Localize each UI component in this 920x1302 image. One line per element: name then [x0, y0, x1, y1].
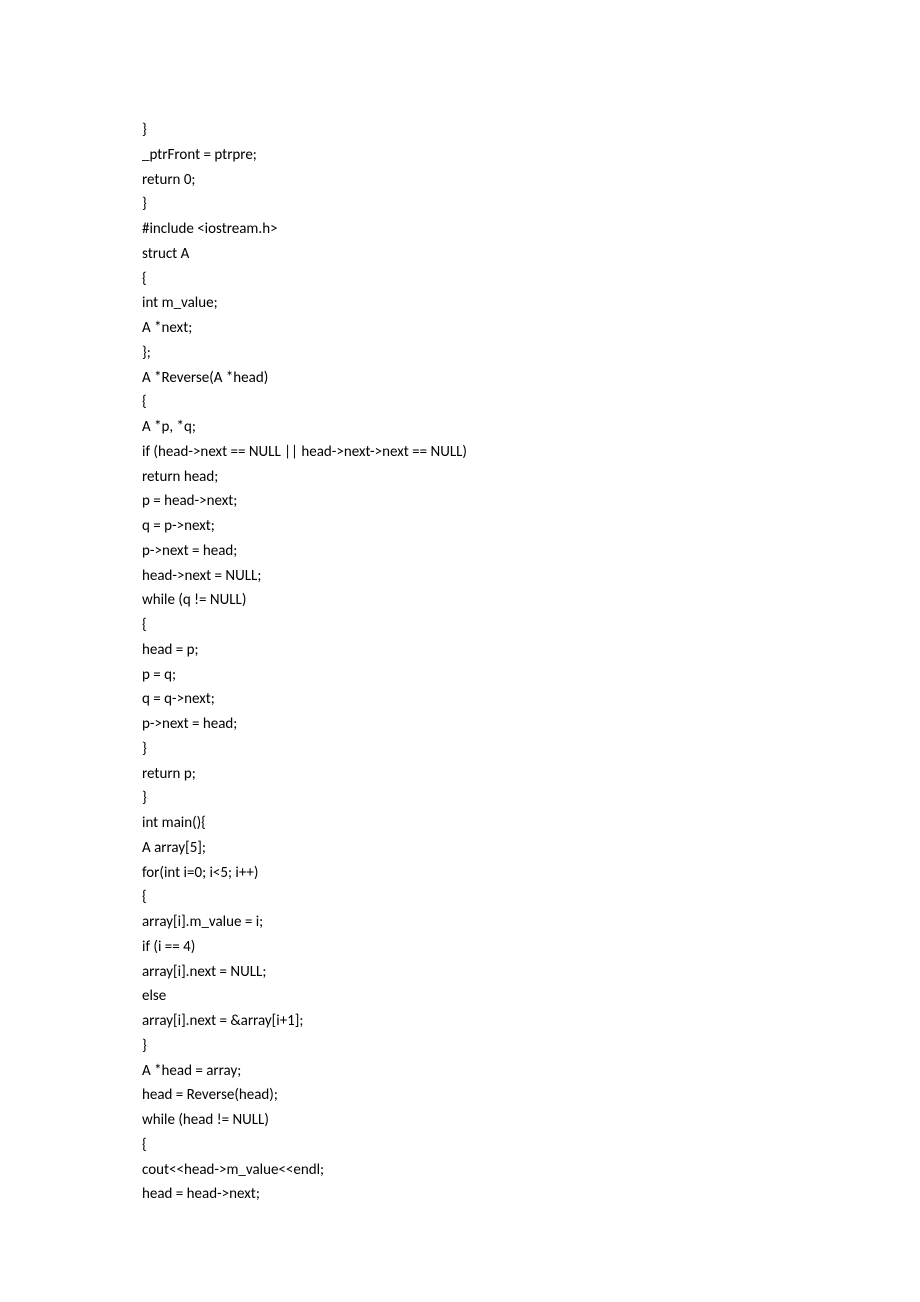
code-line: array[i].next = &array[i+1];	[142, 1009, 920, 1034]
code-line: {	[142, 613, 920, 638]
code-line: if (i == 4)	[142, 935, 920, 960]
code-line: q = p->next;	[142, 514, 920, 539]
code-line: else	[142, 984, 920, 1009]
code-line: };	[142, 341, 920, 366]
code-line: }	[142, 786, 920, 811]
code-line: head->next = NULL;	[142, 564, 920, 589]
code-block: }_ptrFront = ptrpre;return 0;}#include <…	[142, 118, 920, 1207]
code-line: int m_value;	[142, 291, 920, 316]
code-line: A *head = array;	[142, 1059, 920, 1084]
code-line: return head;	[142, 465, 920, 490]
code-line: if (head->next == NULL || head->next->ne…	[142, 440, 920, 465]
code-line: A *p, *q;	[142, 415, 920, 440]
code-line: return p;	[142, 762, 920, 787]
code-line: for(int i=0; i<5; i++)	[142, 861, 920, 886]
code-line: int main(){	[142, 811, 920, 836]
code-line: while (q != NULL)	[142, 588, 920, 613]
code-line: #include <iostream.h>	[142, 217, 920, 242]
code-line: }	[142, 1034, 920, 1059]
code-line: array[i].next = NULL;	[142, 960, 920, 985]
code-line: {	[142, 390, 920, 415]
code-line: {	[142, 267, 920, 292]
code-line: A *next;	[142, 316, 920, 341]
code-line: {	[142, 1133, 920, 1158]
code-line: struct A	[142, 242, 920, 267]
code-line: _ptrFront = ptrpre;	[142, 143, 920, 168]
code-line: head = Reverse(head);	[142, 1083, 920, 1108]
code-line: p = q;	[142, 663, 920, 688]
code-line: p = head->next;	[142, 489, 920, 514]
code-line: while (head != NULL)	[142, 1108, 920, 1133]
code-line: head = p;	[142, 638, 920, 663]
code-line: return 0;	[142, 168, 920, 193]
code-line: {	[142, 885, 920, 910]
code-line: p->next = head;	[142, 539, 920, 564]
code-line: cout<<head->m_value<<endl;	[142, 1158, 920, 1183]
code-line: }	[142, 118, 920, 143]
code-line: array[i].m_value = i;	[142, 910, 920, 935]
code-line: head = head->next;	[142, 1182, 920, 1207]
code-line: A array[5];	[142, 836, 920, 861]
code-line: A *Reverse(A *head)	[142, 366, 920, 391]
code-line: q = q->next;	[142, 687, 920, 712]
code-line: }	[142, 737, 920, 762]
code-line: }	[142, 192, 920, 217]
document-page: }_ptrFront = ptrpre;return 0;}#include <…	[0, 0, 920, 1302]
code-line: p->next = head;	[142, 712, 920, 737]
